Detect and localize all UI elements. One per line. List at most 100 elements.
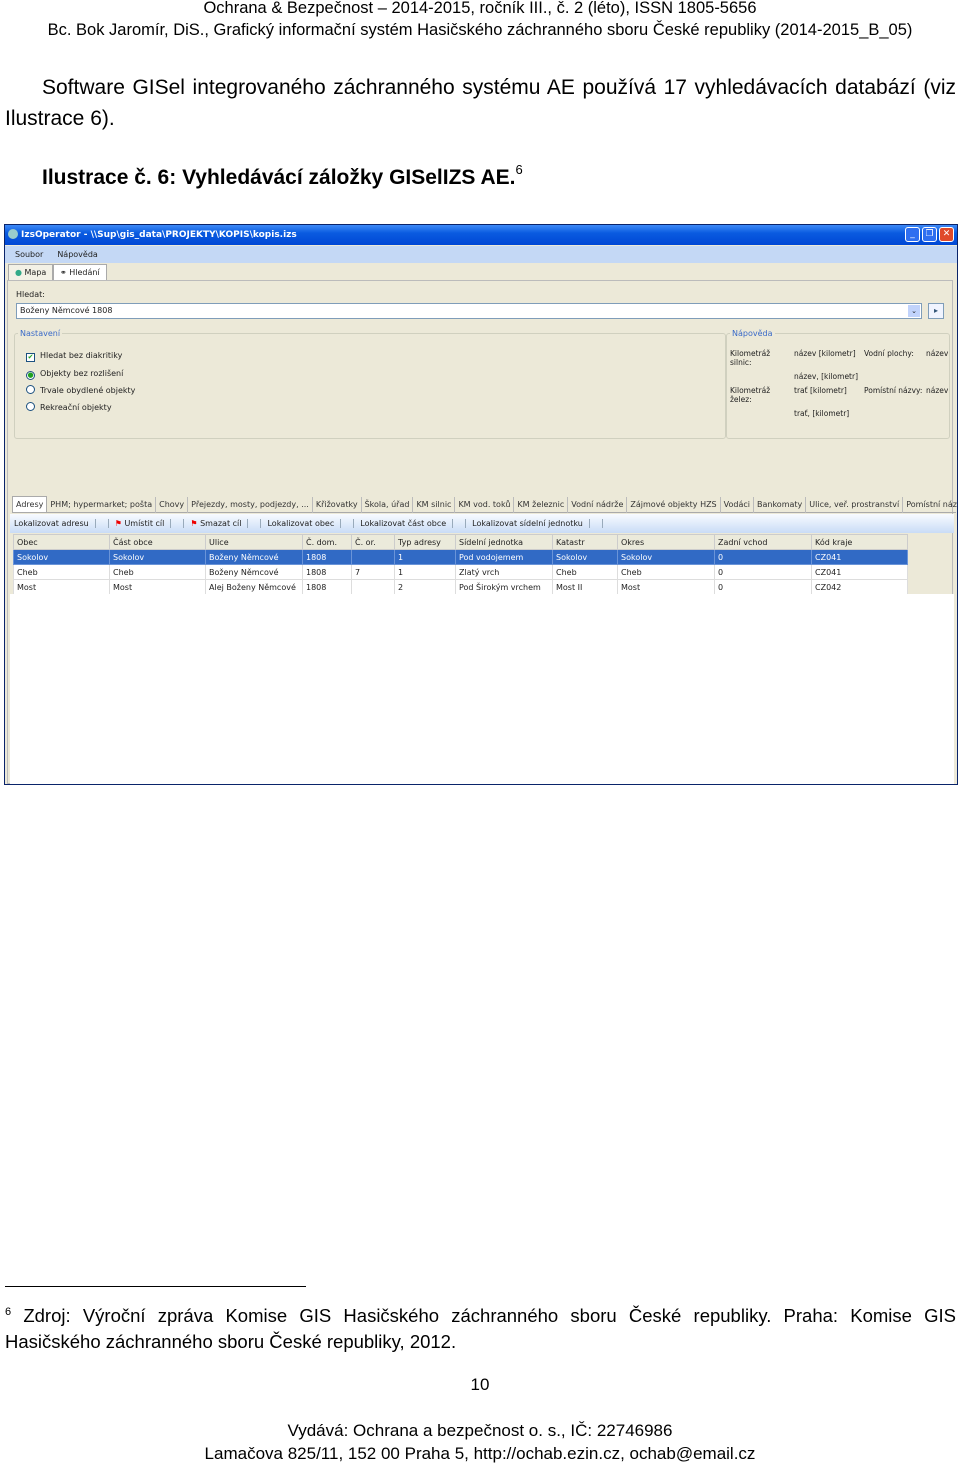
- db-tab[interactable]: Vodáci: [721, 497, 754, 513]
- radio-rekreacni[interactable]: Rekreační objekty: [26, 402, 112, 414]
- help-cell: Kilometráž želez:: [730, 386, 771, 404]
- help-cell: Vodní plochy:: [864, 349, 914, 358]
- table-cell: 7: [351, 564, 395, 580]
- search-go-button[interactable]: ▸: [928, 303, 944, 319]
- flag-remove-icon: ⚑: [190, 519, 201, 528]
- results-empty-area: [10, 594, 954, 784]
- table-cell: 1808: [302, 579, 352, 595]
- table-cell: Alej Boženy Němcové: [205, 579, 303, 595]
- toolbar-label: Lokalizovat sídelní jednotku: [472, 519, 590, 528]
- table-cell: Zlatý vrch: [455, 564, 553, 580]
- tab-mapa[interactable]: ● Mapa: [8, 264, 54, 280]
- radio-trvale-obydlene[interactable]: Trvale obydlené objekty: [26, 385, 135, 397]
- db-tab[interactable]: Bankomaty: [754, 497, 807, 513]
- table-cell: 0: [714, 549, 812, 565]
- results-table: Obec Část obce Ulice Č. dom. Č. or. Typ adres…: [13, 534, 908, 595]
- help-cell: [926, 409, 954, 418]
- column-header[interactable]: Zadní vchod: [714, 534, 812, 550]
- db-tab[interactable]: Škola, úřad: [362, 497, 414, 513]
- db-tab[interactable]: Zájmové objekty HZS: [627, 497, 721, 513]
- toolbar-label: Lokalizovat adresu: [14, 519, 96, 528]
- column-header[interactable]: Č. dom.: [302, 534, 352, 550]
- footer-address: Lamačova 825/11, 152 00 Praha 5, http://…: [204, 1444, 756, 1463]
- db-tab[interactable]: KM železnic: [514, 497, 569, 513]
- db-tab[interactable]: KM vod. toků: [455, 497, 515, 513]
- table-cell: Sokolov: [552, 549, 618, 565]
- toolbar-button[interactable]: Lokalizovat sídelní jednotku: [472, 519, 603, 528]
- table-cell: Most II: [552, 579, 618, 595]
- footer-publisher: Vydává: Ochrana a bezpečnost o. s., IČ: …: [287, 1421, 673, 1440]
- table-cell: Boženy Němcové: [205, 549, 303, 565]
- chevron-down-icon[interactable]: ⌄: [908, 305, 920, 317]
- help-cell: [864, 372, 926, 381]
- column-header[interactable]: Část obce: [109, 534, 206, 550]
- running-header-article: Bc. Bok Jaromír, DiS., Grafický informač…: [47, 21, 913, 39]
- column-header[interactable]: Obec: [13, 534, 110, 550]
- db-tab[interactable]: Pomístní názvy: [903, 497, 957, 513]
- toolbar-button[interactable]: Lokalizovat adresu: [14, 519, 109, 528]
- toolbar-label: Smazat cíl: [200, 519, 249, 528]
- table-cell: 1808: [302, 549, 352, 565]
- footnote-ref: 6: [515, 162, 523, 177]
- diacritics-checkbox[interactable]: ✔ Hledat bez diakritiky: [26, 350, 122, 362]
- search-label: Hledat:: [16, 290, 45, 299]
- caption-text: Ilustrace č. 6: Vyhledávácí záložky GISe…: [42, 166, 516, 189]
- table-cell: Sokolov: [109, 549, 206, 565]
- help-cell: Kilometráž silnic:: [730, 349, 771, 367]
- db-tab[interactable]: Ulice, veř. prostranství: [806, 497, 904, 513]
- column-header[interactable]: Okres: [617, 534, 715, 550]
- table-row[interactable]: Sokolov Sokolov Boženy Němcové 1808 1 Pod vod…: [13, 549, 908, 565]
- minimize-button[interactable]: _: [905, 227, 920, 242]
- help-cell: Pomístní názvy:: [864, 386, 923, 395]
- table-row[interactable]: Cheb Cheb Boženy Němcové 1808 7 1 Zlatý vrch Ch…: [13, 564, 908, 580]
- table-cell: Most: [13, 579, 110, 595]
- settings-title: Nastavení: [18, 329, 63, 338]
- table-cell: [351, 579, 395, 595]
- tab-label: Mapa: [24, 268, 47, 277]
- db-tab[interactable]: PHM; hypermarket; pošta: [47, 497, 157, 513]
- results-toolbar: Lokalizovat adresu ⚑ Umístit cíl ⚑ Smazat …: [10, 514, 954, 533]
- table-row[interactable]: Most Most Alej Boženy Němcové 1808 2 Pod Širo…: [13, 579, 908, 595]
- table-cell: Cheb: [13, 564, 110, 580]
- column-header[interactable]: Typ adresy: [394, 534, 456, 550]
- toolbar-button[interactable]: ⚑ Smazat cíl: [190, 519, 262, 528]
- menu-soubor[interactable]: Soubor: [15, 250, 43, 259]
- help-cell: název: [926, 349, 949, 358]
- close-button[interactable]: ✕: [939, 227, 954, 242]
- help-cell: název [kilometr]: [794, 349, 856, 358]
- help-cell: [864, 409, 926, 418]
- radio-label: Trvale obydlené objekty: [40, 386, 136, 395]
- window-title: IzsOperator - \\Sup\gis_data\PROJEKTY\KO…: [21, 230, 297, 240]
- tab-hledani[interactable]: ⚭ Hledání: [53, 264, 107, 280]
- db-tab[interactable]: Vodní nádrže: [568, 497, 628, 513]
- globe-icon: ●: [15, 268, 22, 277]
- table-cell: Cheb: [617, 564, 715, 580]
- column-header[interactable]: Č. or.: [351, 534, 395, 550]
- toolbar-button[interactable]: Lokalizovat obec: [267, 519, 355, 528]
- table-cell: 2: [394, 579, 456, 595]
- db-tab[interactable]: Přejezdy, mosty, podjezdy, ...: [188, 497, 313, 513]
- column-header[interactable]: Katastr: [552, 534, 618, 550]
- table-cell: Cheb: [109, 564, 206, 580]
- search-input[interactable]: Boženy Němcové 1808: [16, 303, 922, 319]
- menu-napoveda[interactable]: Nápověda: [57, 250, 98, 259]
- table-cell: 1808: [302, 564, 352, 580]
- toolbar-button[interactable]: Lokalizovat část obce: [360, 519, 467, 528]
- column-header[interactable]: Sídelní jednotka: [455, 534, 553, 550]
- help-cell: trať, [kilometr]: [794, 409, 850, 418]
- search-panel: Hledat: Boženy Němcové 1808 ⌄ ▸ Nastaven…: [7, 280, 957, 784]
- column-header[interactable]: Kód kraje: [811, 534, 908, 550]
- radio-objekty-bez-rozliseni[interactable]: ● Objekty bez rozlišení: [26, 368, 123, 380]
- maximize-button[interactable]: ❐: [922, 227, 937, 242]
- binoculars-icon: ⚭: [60, 268, 67, 277]
- help-cell: název: [926, 386, 949, 395]
- db-tab[interactable]: Křižovatky: [313, 497, 362, 513]
- search-value: Boženy Němcové 1808: [20, 306, 113, 315]
- db-tab[interactable]: Adresy: [12, 496, 48, 512]
- column-header[interactable]: Ulice: [205, 534, 303, 550]
- table-cell: CZ041: [811, 564, 908, 580]
- db-tab[interactable]: Chovy: [156, 497, 189, 513]
- db-tab[interactable]: KM silnic: [413, 497, 456, 513]
- table-cell: Boženy Němcové: [205, 564, 303, 580]
- toolbar-button[interactable]: ⚑ Umístit cíl: [114, 519, 185, 528]
